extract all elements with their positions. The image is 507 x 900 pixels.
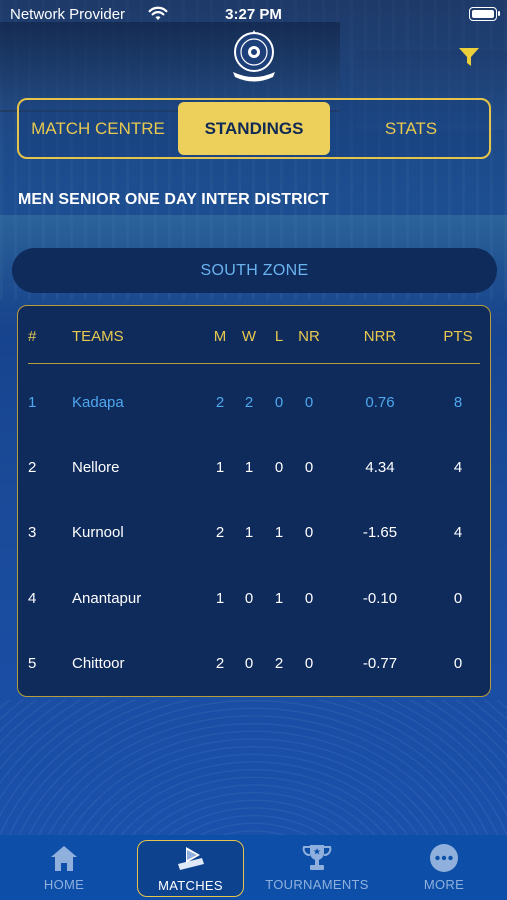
battery-icon [469,7,500,21]
row-wins: 0 [244,590,254,607]
row-matches: 2 [215,394,225,411]
more-dots-icon [430,844,458,872]
bottom-tab-bar: HOME MATCHES TOURNAMENTS MORE [0,835,507,900]
header-losses: L [274,328,284,345]
tab-match-centre-label: MATCH CENTRE [31,118,165,138]
nav-home[interactable]: HOME [18,835,110,900]
nav-home-label: HOME [43,877,85,892]
header-nrr: NRR [363,328,397,345]
row-points: 4 [453,524,463,541]
row-no-result: 0 [304,590,314,607]
nav-matches-label: MATCHES [158,878,223,893]
row-no-result: 0 [304,459,314,476]
tab-stats-label: STATS [384,118,438,138]
nav-tournaments-label: TOURNAMENTS [265,877,369,892]
decorative-lines [0,700,507,835]
tab-match-centre[interactable]: MATCH CENTRE [23,100,173,157]
table-row[interactable]: 5 Chittoor 2 0 2 0 -0.77 0 [18,655,492,675]
row-nrr: -1.65 [362,524,398,541]
nav-more-label: MORE [423,877,465,892]
tab-standings-label: STANDINGS [204,118,304,138]
row-points: 0 [453,655,463,672]
row-no-result: 0 [304,655,314,672]
row-losses: 2 [274,655,284,672]
header-matches: M [213,328,227,345]
home-icon [51,846,77,871]
row-losses: 0 [274,394,284,411]
row-rank: 4 [28,590,37,607]
row-losses: 1 [274,524,284,541]
row-wins: 1 [244,459,254,476]
row-matches: 2 [215,655,225,672]
association-emblem-icon [233,30,275,82]
row-no-result: 0 [304,524,314,541]
table-row[interactable]: 3 Kurnool 2 1 1 0 -1.65 4 [18,524,492,544]
row-losses: 1 [274,590,284,607]
zone-label: SOUTH ZONE [200,261,309,279]
row-rank: 1 [28,394,37,411]
row-points: 4 [453,459,463,476]
row-team: Chittoor [72,655,125,672]
row-team: Nellore [72,459,120,476]
header-rank: # [28,328,37,345]
clock: 3:27 PM [225,6,282,23]
matches-icon [177,847,204,870]
tab-standings[interactable]: STANDINGS [178,102,330,155]
section-tabs: MATCH CENTRE STANDINGS STATS [17,98,491,159]
tournament-title: MEN SENIOR ONE DAY INTER DISTRICT [18,191,329,208]
standings-card: # TEAMS M W L NR NRR PTS 1 Kadapa 2 2 0 … [17,305,491,697]
row-rank: 5 [28,655,37,672]
row-nrr: -0.10 [362,590,398,607]
row-rank: 2 [28,459,37,476]
row-points: 8 [453,394,463,411]
row-team: Kadapa [72,394,124,411]
header-points: PTS [443,328,473,345]
filter-funnel-icon[interactable] [458,46,480,68]
row-rank: 3 [28,524,37,541]
row-matches: 2 [215,524,225,541]
nav-tournaments[interactable]: TOURNAMENTS [258,835,376,900]
header-divider [28,363,480,364]
row-team: Anantapur [72,590,142,607]
row-nrr: 0.76 [365,394,395,411]
header-wins: W [241,328,257,345]
nav-more[interactable]: MORE [398,835,490,900]
row-losses: 0 [274,459,284,476]
row-matches: 1 [215,590,225,607]
row-nrr: -0.77 [362,655,398,672]
row-wins: 0 [244,655,254,672]
row-no-result: 0 [304,394,314,411]
tab-stats[interactable]: STATS [335,100,487,157]
status-bar: Network Provider 3:27 PM [0,0,507,30]
nav-matches[interactable]: MATCHES [137,840,244,897]
header-no-result: NR [298,328,320,345]
row-matches: 1 [215,459,225,476]
row-wins: 2 [244,394,254,411]
zone-selector[interactable]: SOUTH ZONE [12,248,497,293]
trophy-icon [302,845,332,870]
row-wins: 1 [244,524,254,541]
header-teams: TEAMS [72,328,124,345]
table-row[interactable]: 1 Kadapa 2 2 0 0 0.76 8 [18,394,492,414]
table-row[interactable]: 2 Nellore 1 1 0 0 4.34 4 [18,459,492,479]
row-team: Kurnool [72,524,124,541]
row-nrr: 4.34 [365,459,395,476]
row-points: 0 [453,590,463,607]
table-row[interactable]: 4 Anantapur 1 0 1 0 -0.10 0 [18,590,492,610]
